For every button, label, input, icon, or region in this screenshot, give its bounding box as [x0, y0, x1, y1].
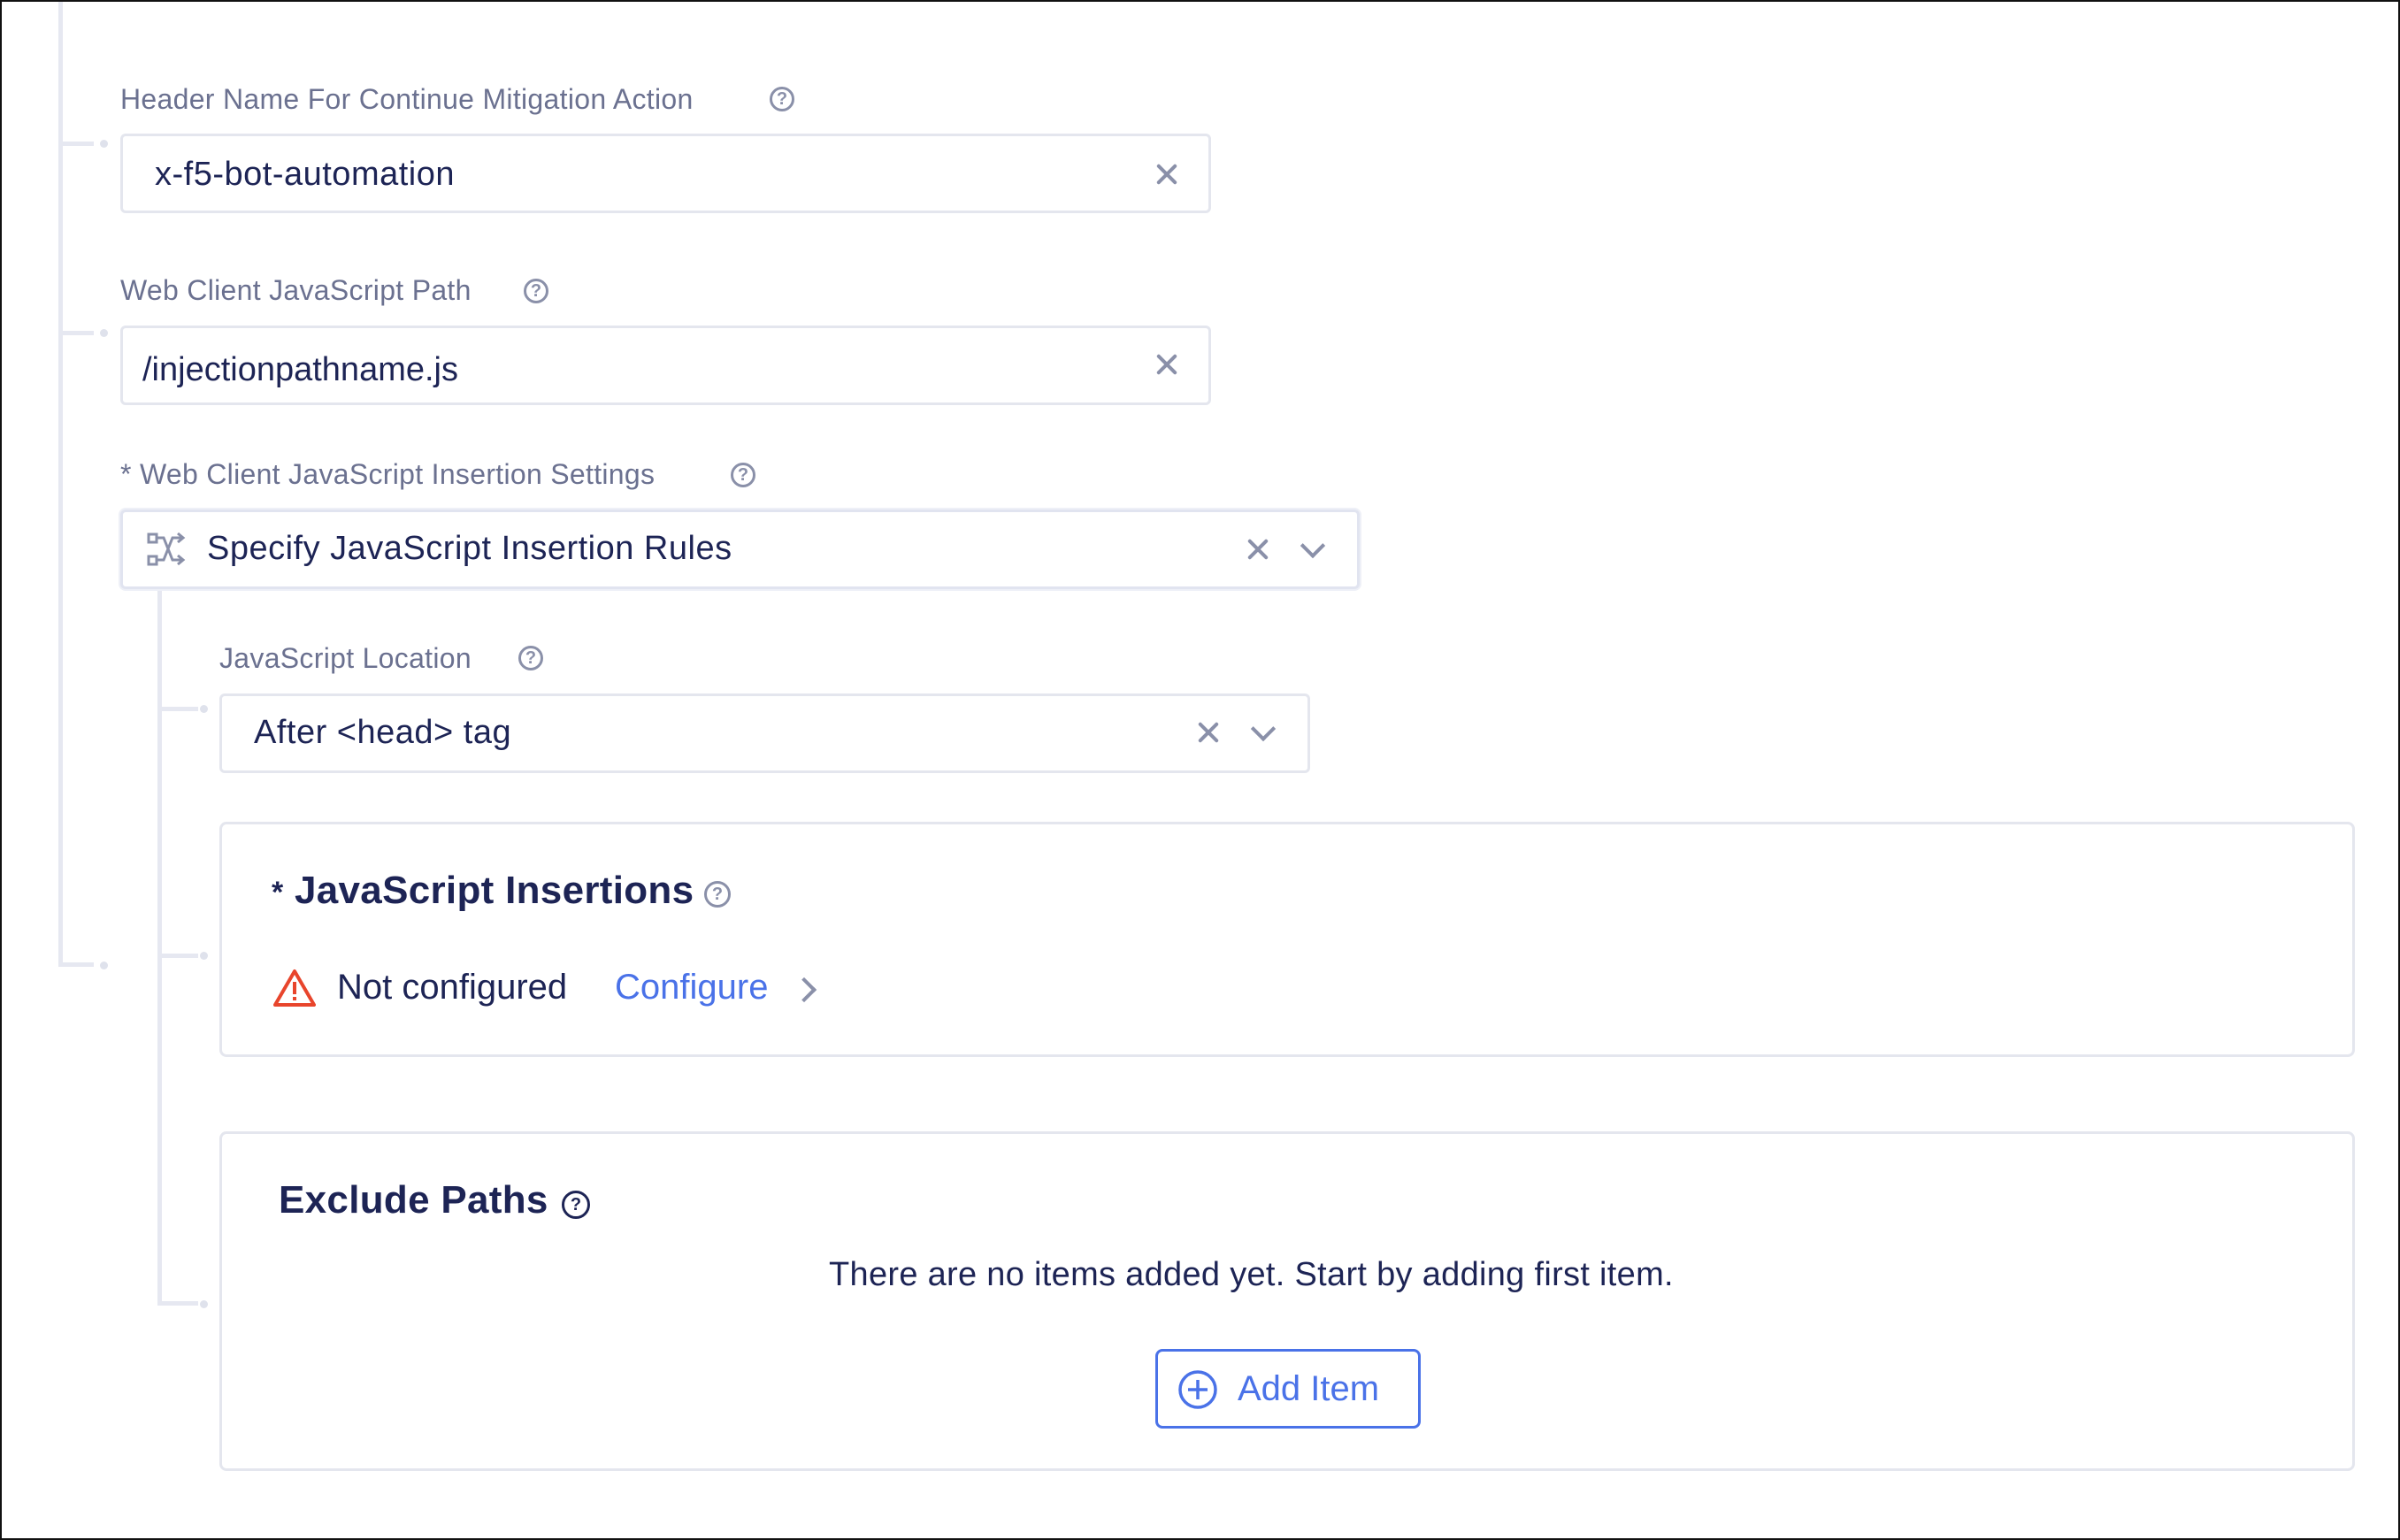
help-icon[interactable]: ?	[524, 279, 548, 303]
empty-state-message: There are no items added yet. Start by a…	[829, 1256, 1674, 1293]
exclude-paths-title: Exclude Paths	[279, 1178, 548, 1222]
header-name-input[interactable]: x-f5-bot-automation	[120, 134, 1211, 213]
form-panel: Header Name For Continue Mitigation Acti…	[0, 0, 2400, 1540]
tree-branch	[58, 331, 94, 335]
insertion-settings-value: Specify JavaScript Insertion Rules	[207, 530, 732, 567]
header-name-label: Header Name For Continue Mitigation Acti…	[120, 83, 694, 115]
help-icon[interactable]: ?	[704, 881, 731, 908]
flow-icon	[147, 532, 186, 566]
tree-branch	[58, 962, 94, 967]
add-item-label: Add Item	[1238, 1369, 1380, 1408]
js-location-value: After <head> tag	[254, 714, 512, 751]
tree-dot	[200, 1300, 208, 1308]
js-path-label: Web Client JavaScript Path	[120, 274, 472, 306]
tree-line-outer	[58, 2, 63, 964]
plus-circle-icon	[1178, 1370, 1217, 1409]
tree-branch	[157, 707, 198, 711]
js-path-value: /injectionpathname.js	[142, 351, 458, 388]
status-not-configured: Not configured	[337, 968, 568, 1007]
exclude-paths-card: Exclude Paths ? There are no items added…	[219, 1131, 2355, 1471]
clear-icon[interactable]	[1154, 161, 1180, 188]
tree-dot	[200, 705, 208, 713]
help-icon[interactable]: ?	[518, 646, 543, 670]
warning-icon	[273, 969, 316, 1007]
insertion-settings-select[interactable]: Specify JavaScript Insertion Rules	[120, 510, 1360, 589]
tree-dot	[100, 329, 108, 337]
add-item-button[interactable]: Add Item	[1155, 1349, 1421, 1429]
clear-icon[interactable]	[1154, 351, 1180, 378]
js-path-input[interactable]: /injectionpathname.js	[120, 326, 1211, 405]
js-insertions-card: * JavaScript Insertions ? Not configured…	[219, 822, 2355, 1057]
insertion-settings-label: * Web Client JavaScript Insertion Settin…	[120, 458, 656, 490]
chevron-down-icon[interactable]	[1300, 532, 1326, 559]
required-marker: *	[272, 876, 284, 909]
help-icon[interactable]: ?	[562, 1191, 590, 1219]
tree-dot	[200, 952, 208, 960]
chevron-down-icon[interactable]	[1250, 716, 1277, 742]
tree-branch	[157, 954, 198, 958]
help-icon[interactable]: ?	[731, 463, 755, 487]
configure-link[interactable]: Configure	[615, 968, 768, 1008]
chevron-right-icon[interactable]	[791, 977, 817, 1003]
tree-dot	[100, 962, 108, 969]
clear-icon[interactable]	[1245, 536, 1271, 563]
js-location-label: JavaScript Location	[219, 642, 472, 674]
clear-icon[interactable]	[1195, 719, 1222, 746]
js-insertions-title: JavaScript Insertions	[295, 869, 694, 912]
tree-line-inner	[157, 587, 162, 1306]
tree-branch	[58, 142, 94, 146]
header-name-value: x-f5-bot-automation	[155, 156, 455, 193]
js-location-select[interactable]: After <head> tag	[219, 693, 1310, 773]
help-icon[interactable]: ?	[770, 87, 794, 111]
tree-branch	[157, 1301, 198, 1306]
tree-dot	[100, 140, 108, 148]
